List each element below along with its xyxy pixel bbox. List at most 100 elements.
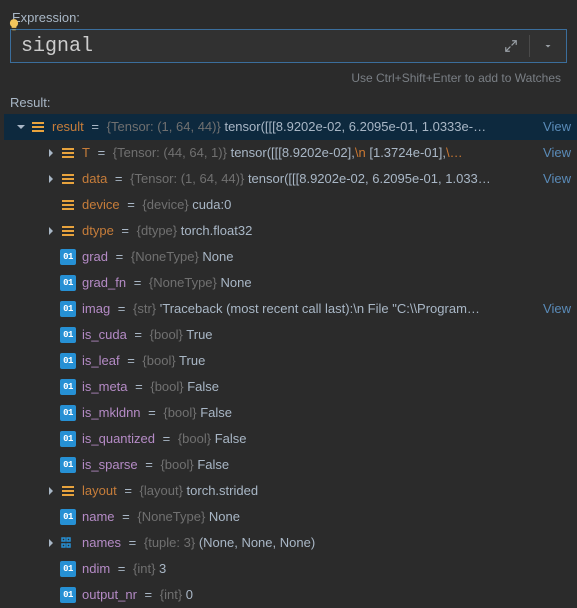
- var-type: {bool}: [160, 457, 197, 472]
- tree-row[interactable]: 01is_sparse = {bool} False: [4, 452, 577, 478]
- tree-row[interactable]: 01is_leaf = {bool} True: [4, 348, 577, 374]
- chevron-right-icon[interactable]: [44, 224, 58, 238]
- var-value: False: [200, 405, 232, 420]
- var-name: is_mkldnn: [82, 405, 141, 420]
- object-icon: [60, 483, 76, 499]
- chevron-right-icon[interactable]: [44, 172, 58, 186]
- view-link[interactable]: View: [537, 114, 571, 140]
- var-type: {NoneType}: [137, 509, 209, 524]
- tree-row[interactable]: names = {tuple: 3} (None, None, None): [4, 530, 577, 556]
- var-name: name: [82, 509, 115, 524]
- primitive-icon: 01: [60, 275, 76, 291]
- view-link[interactable]: View: [537, 166, 571, 192]
- tree-row[interactable]: device = {device} cuda:0: [4, 192, 577, 218]
- chevron-right-icon[interactable]: [44, 146, 58, 160]
- primitive-icon: 01: [60, 561, 76, 577]
- var-type: {int}: [133, 561, 159, 576]
- tuple-icon: [60, 535, 76, 551]
- tree-row[interactable]: 01is_meta = {bool} False: [4, 374, 577, 400]
- var-value: True: [186, 327, 212, 342]
- primitive-icon: 01: [60, 353, 76, 369]
- chevron-right-icon[interactable]: [44, 484, 58, 498]
- primitive-icon: 01: [60, 457, 76, 473]
- var-value: 3: [159, 561, 166, 576]
- var-value: False: [187, 379, 219, 394]
- tree-row-root[interactable]: result = {Tensor: (1, 64, 44)} tensor([[…: [4, 114, 577, 140]
- tree-row[interactable]: 01is_cuda = {bool} True: [4, 322, 577, 348]
- var-value: tensor([[[8.9202e-02, 6.2095e-01, 1.033…: [248, 171, 491, 186]
- var-type: {bool}: [178, 431, 215, 446]
- result-tree: result = {Tensor: (1, 64, 44)} tensor([[…: [0, 114, 577, 608]
- var-value: None: [220, 275, 251, 290]
- var-name: is_cuda: [82, 327, 127, 342]
- divider: [529, 35, 530, 57]
- object-icon: [30, 119, 46, 135]
- tree-row[interactable]: 01is_mkldnn = {bool} False: [4, 400, 577, 426]
- primitive-icon: 01: [60, 327, 76, 343]
- var-name: T: [82, 145, 90, 160]
- var-name: dtype: [82, 223, 114, 238]
- var-name: ndim: [82, 561, 110, 576]
- primitive-icon: 01: [60, 431, 76, 447]
- tree-row[interactable]: 01ndim = {int} 3: [4, 556, 577, 582]
- var-type: {layout}: [140, 483, 187, 498]
- var-type: {Tensor: (1, 64, 44)}: [130, 171, 248, 186]
- primitive-icon: 01: [60, 379, 76, 395]
- var-value: 'Traceback (most recent call last):\n Fi…: [160, 301, 480, 316]
- tree-row[interactable]: T = {Tensor: (44, 64, 1)} tensor([[[8.92…: [4, 140, 577, 166]
- var-value: True: [179, 353, 205, 368]
- var-type: {NoneType}: [131, 249, 203, 264]
- var-value: None: [209, 509, 240, 524]
- var-type: {NoneType}: [149, 275, 221, 290]
- lightbulb-icon[interactable]: [7, 18, 21, 32]
- var-name: is_quantized: [82, 431, 155, 446]
- expand-icon[interactable]: [501, 36, 521, 56]
- var-type: {dtype}: [137, 223, 181, 238]
- var-value: False: [215, 431, 247, 446]
- view-link[interactable]: View: [537, 296, 571, 322]
- var-name: is_leaf: [82, 353, 120, 368]
- var-type: {bool}: [163, 405, 200, 420]
- var-value: (None, None, None): [199, 535, 315, 550]
- expression-input[interactable]: [21, 35, 501, 58]
- var-name: data: [82, 171, 107, 186]
- var-value: cuda:0: [192, 197, 231, 212]
- var-type: {str}: [133, 301, 160, 316]
- view-link[interactable]: View: [537, 140, 571, 166]
- var-value: False: [197, 457, 229, 472]
- var-type: {Tensor: (44, 64, 1)}: [113, 145, 231, 160]
- expression-input-area[interactable]: [11, 35, 501, 58]
- var-type: {bool}: [150, 327, 187, 342]
- var-value: 0: [186, 587, 193, 602]
- history-dropdown-icon[interactable]: [538, 36, 558, 56]
- hint-text: Use Ctrl+Shift+Enter to add to Watches: [6, 67, 571, 93]
- tree-row[interactable]: 01output_nr = {int} 0: [4, 582, 577, 608]
- var-name: names: [82, 535, 121, 550]
- tree-row[interactable]: 01imag = {str} 'Traceback (most recent c…: [4, 296, 577, 322]
- expression-label: Expression:: [12, 10, 571, 25]
- tree-row[interactable]: 01is_quantized = {bool} False: [4, 426, 577, 452]
- object-icon: [60, 223, 76, 239]
- tree-row[interactable]: layout = {layout} torch.strided: [4, 478, 577, 504]
- var-value: torch.float32: [181, 223, 253, 238]
- var-name: output_nr: [82, 587, 137, 602]
- var-type: {device}: [142, 197, 192, 212]
- var-type: {Tensor: (1, 64, 44)}: [107, 119, 221, 134]
- tree-row[interactable]: data = {Tensor: (1, 64, 44)} tensor([[[8…: [4, 166, 577, 192]
- chevron-down-icon[interactable]: [14, 120, 28, 134]
- object-icon: [60, 145, 76, 161]
- var-name: imag: [82, 301, 110, 316]
- chevron-right-icon[interactable]: [44, 536, 58, 550]
- var-type: {bool}: [142, 353, 179, 368]
- tree-row[interactable]: 01grad_fn = {NoneType} None: [4, 270, 577, 296]
- tree-row[interactable]: 01name = {NoneType} None: [4, 504, 577, 530]
- var-type: {bool}: [150, 379, 187, 394]
- object-icon: [60, 171, 76, 187]
- var-name: is_sparse: [82, 457, 138, 472]
- var-value: tensor([[[8.9202e-02, 6.2095e-01, 1.0333…: [224, 119, 486, 134]
- tree-row[interactable]: 01grad = {NoneType} None: [4, 244, 577, 270]
- var-name: is_meta: [82, 379, 128, 394]
- var-name: grad: [82, 249, 108, 264]
- tree-row[interactable]: dtype = {dtype} torch.float32: [4, 218, 577, 244]
- var-name: result: [52, 119, 84, 134]
